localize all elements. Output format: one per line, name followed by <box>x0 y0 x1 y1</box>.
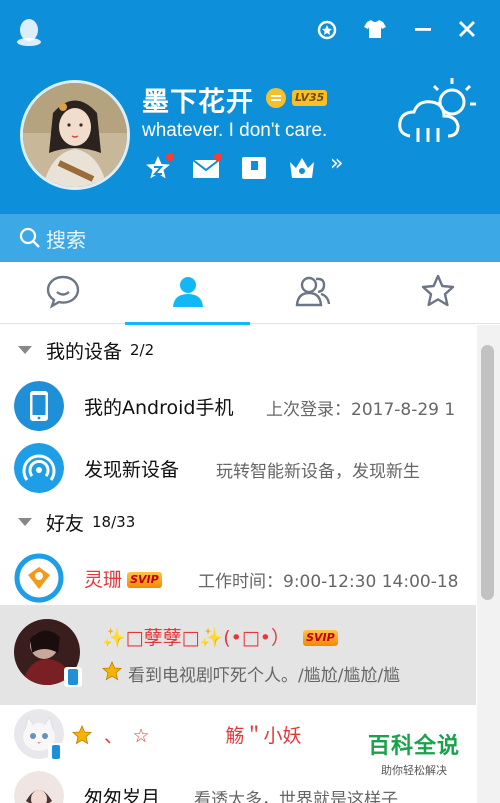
friend-name: 匆匆岁月 <box>84 787 161 803</box>
mobile-online-icon <box>64 667 82 687</box>
close-icon[interactable] <box>452 14 482 44</box>
watermark: 百科全说 助你轻松解决 <box>364 728 464 778</box>
tab-favorites[interactable] <box>375 262 500 324</box>
tab-messages[interactable] <box>0 262 125 324</box>
mail-icon[interactable] <box>190 152 222 184</box>
chevron-down-icon <box>18 346 32 354</box>
group-count: 2/2 <box>130 341 155 359</box>
medal-icon[interactable] <box>312 14 342 44</box>
discover-device-icon <box>14 443 64 493</box>
qq-logo-icon[interactable] <box>14 16 44 48</box>
friend-avatar <box>14 553 64 603</box>
device-name: 我的Android手机 <box>84 397 234 419</box>
tab-groups[interactable] <box>250 262 375 324</box>
vip-star-icon <box>72 724 92 749</box>
skin-icon[interactable] <box>360 14 390 44</box>
friend-name: 、 ☆ 觞＂小妖 <box>104 725 302 747</box>
svip-badge: SVIP <box>303 630 338 646</box>
search-bar[interactable]: 搜索 <box>0 214 500 262</box>
friend-name-wrap: 灵珊 SVIP <box>84 565 162 592</box>
friend-status: 工作时间：9:00-12:30 14:00-18 <box>198 572 459 592</box>
vip-star-icon <box>102 660 122 685</box>
friend-name-wrap: ✨□孽孽□✨(•□•） SVIP <box>102 623 338 650</box>
qzone-icon[interactable] <box>142 152 174 184</box>
weather-icon[interactable] <box>396 72 480 152</box>
svip-badge: SVIP <box>127 572 162 588</box>
online-status-icon[interactable] <box>266 88 286 108</box>
watermark-main: 百科全说 <box>367 734 460 759</box>
watermark-sub: 助你轻松解决 <box>381 764 447 777</box>
profile-header: 墨下花开 LV35 whatever. I don't care. » <box>0 0 500 214</box>
friend-status: 看到电视剧吓死个人。/尴尬/尴尬/尴 <box>128 666 401 686</box>
more-actions-button[interactable]: » <box>330 151 343 176</box>
friend-name: ✨□孽孽□✨(•□•） <box>102 627 290 649</box>
device-desc: 上次登录：2017-8-29 1 <box>266 400 456 420</box>
chat-icon <box>45 273 81 313</box>
group-icon <box>294 273 332 313</box>
contact-icon <box>170 273 206 313</box>
profile-nickname[interactable]: 墨下花开 <box>142 80 254 119</box>
star-icon <box>420 273 456 313</box>
friend-row[interactable]: 灵珊 SVIP 工作时间：9:00-12:30 14:00-18 <box>0 547 476 609</box>
profile-signature[interactable]: whatever. I don't care. <box>142 120 327 142</box>
device-row-discover[interactable]: 发现新设备 玩转智能新设备，发现新生 <box>0 437 476 499</box>
friend-status: 看透太多，世界就是这样子 <box>194 790 398 803</box>
mobile-online-icon <box>48 743 64 761</box>
group-title: 好友 <box>46 512 85 535</box>
phone-device-icon <box>14 381 64 431</box>
device-desc: 玩转智能新设备，发现新生 <box>216 462 420 482</box>
group-count: 18/33 <box>92 513 136 531</box>
tab-contacts[interactable] <box>125 262 250 325</box>
search-placeholder: 搜索 <box>46 227 86 252</box>
device-name: 发现新设备 <box>84 459 180 481</box>
wallet-icon[interactable] <box>238 152 270 184</box>
group-header-devices[interactable]: 我的设备 2/2 <box>0 325 476 375</box>
group-header-friends[interactable]: 好友 18/33 <box>0 497 476 547</box>
friend-row-selected[interactable]: ✨□孽孽□✨(•□•） SVIP 看到电视剧吓死个人。/尴尬/尴尬/尴 <box>0 605 476 705</box>
device-row-android[interactable]: 我的Android手机 上次登录：2017-8-29 1 <box>0 375 476 437</box>
main-tabs <box>0 262 500 325</box>
group-title: 我的设备 <box>46 340 123 363</box>
chevron-down-icon <box>18 518 32 526</box>
friend-avatar <box>14 771 64 803</box>
scrollbar-thumb[interactable] <box>481 345 494 600</box>
vip-crown-icon[interactable] <box>286 152 318 184</box>
search-icon <box>18 226 42 250</box>
level-badge[interactable]: LV35 <box>292 90 328 106</box>
friend-name: 灵珊 <box>84 569 123 591</box>
minimize-icon[interactable] <box>408 14 438 44</box>
profile-avatar[interactable] <box>20 80 130 190</box>
